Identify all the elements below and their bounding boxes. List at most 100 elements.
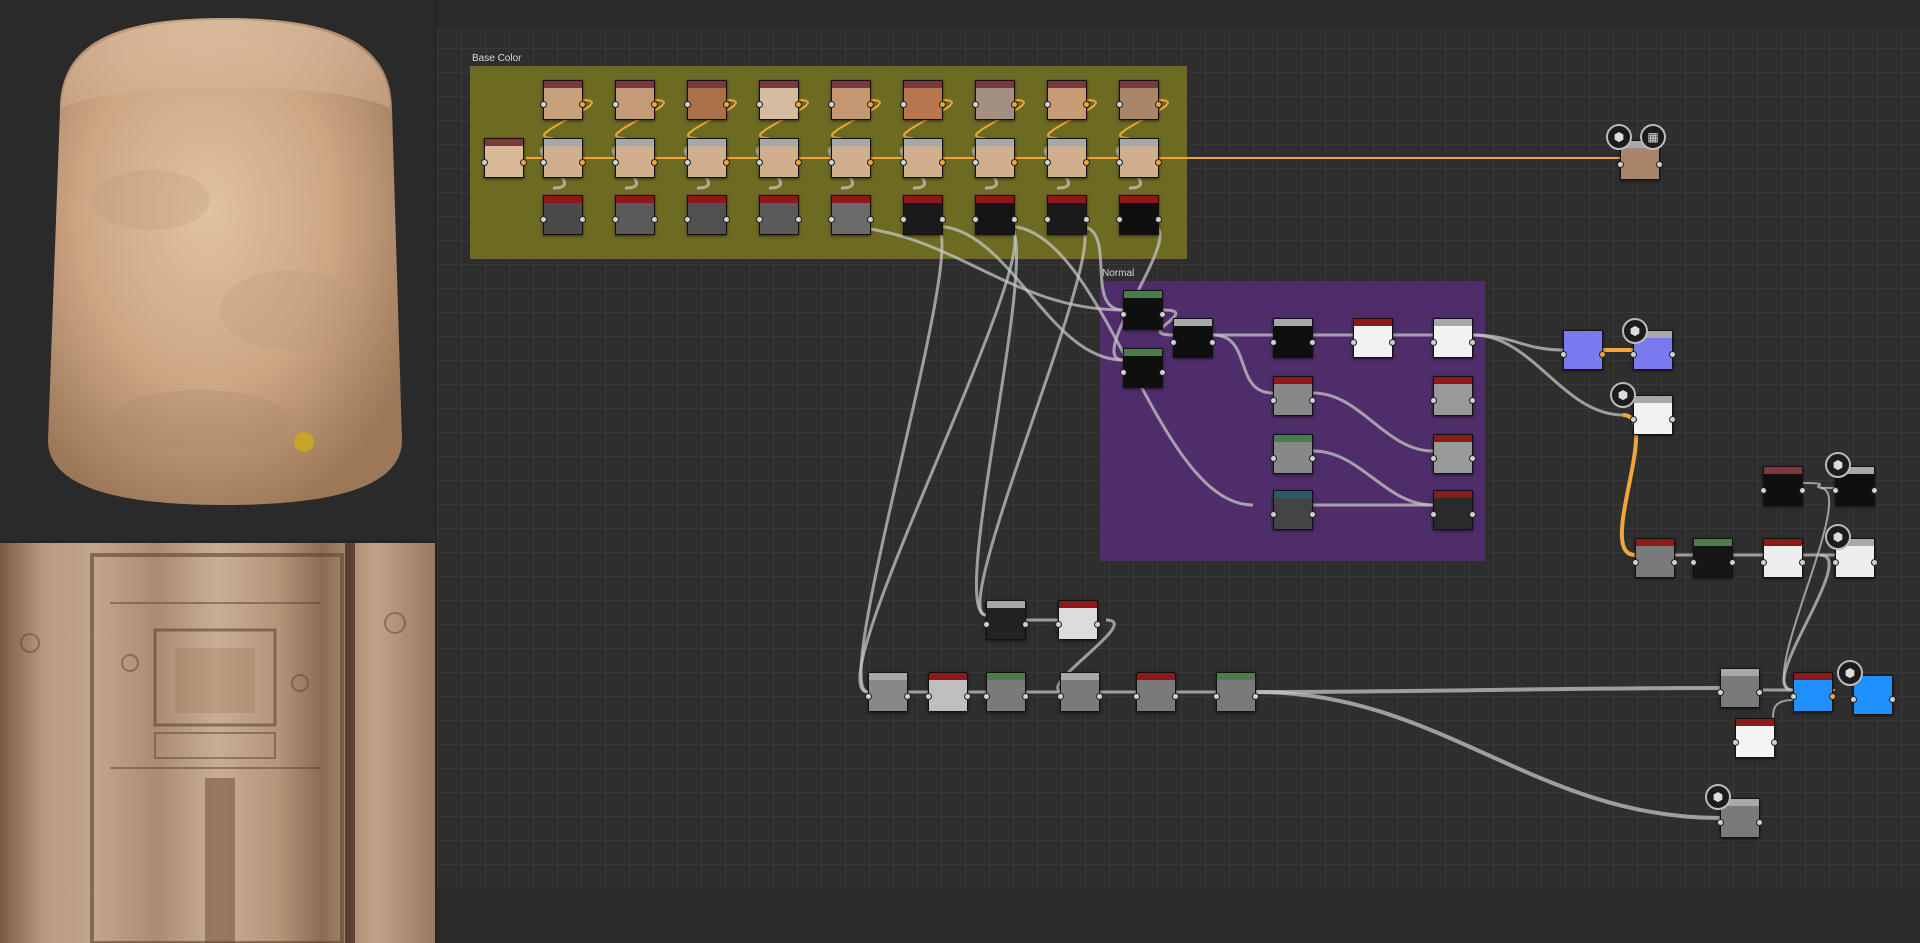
input-port[interactable] — [1760, 487, 1767, 494]
input-port[interactable] — [756, 101, 763, 108]
output-port[interactable] — [1756, 819, 1763, 826]
output-port[interactable] — [1155, 159, 1162, 166]
graph-node[interactable] — [828, 195, 874, 235]
input-port[interactable] — [925, 693, 932, 700]
input-port[interactable] — [972, 216, 979, 223]
graph-node[interactable] — [1560, 330, 1606, 370]
input-port[interactable] — [540, 216, 547, 223]
graph-node[interactable] — [1270, 490, 1316, 530]
cube-icon[interactable]: ⬢ — [1825, 524, 1851, 550]
graph-node[interactable] — [684, 195, 730, 235]
output-port[interactable] — [867, 159, 874, 166]
cube-icon[interactable]: ⬢ — [1622, 318, 1648, 344]
input-port[interactable] — [828, 216, 835, 223]
graph-node[interactable] — [828, 80, 874, 120]
output-port[interactable] — [1469, 339, 1476, 346]
output-port[interactable] — [1309, 397, 1316, 404]
input-port[interactable] — [1055, 621, 1062, 628]
input-port[interactable] — [481, 159, 488, 166]
input-port[interactable] — [972, 159, 979, 166]
graph-node[interactable] — [925, 672, 971, 712]
graph-node[interactable] — [1790, 672, 1836, 712]
graph-node[interactable] — [1044, 195, 1090, 235]
input-port[interactable] — [612, 101, 619, 108]
graph-node[interactable] — [1057, 672, 1103, 712]
output-port[interactable] — [1022, 621, 1029, 628]
output-port[interactable] — [723, 216, 730, 223]
input-port[interactable] — [1690, 559, 1697, 566]
wire[interactable] — [934, 224, 1124, 362]
output-port[interactable] — [1469, 397, 1476, 404]
output-port[interactable] — [1309, 455, 1316, 462]
output-port[interactable] — [1469, 511, 1476, 518]
output-port[interactable] — [1799, 487, 1806, 494]
input-port[interactable] — [983, 693, 990, 700]
graph-node[interactable] — [1044, 138, 1090, 178]
graph-node[interactable] — [756, 138, 802, 178]
graph-node[interactable] — [865, 672, 911, 712]
output-port[interactable] — [939, 159, 946, 166]
input-port[interactable] — [1120, 369, 1127, 376]
graph-node[interactable] — [1120, 348, 1166, 388]
graph-node[interactable] — [1430, 434, 1476, 474]
input-port[interactable] — [1270, 455, 1277, 462]
graph-node[interactable] — [828, 138, 874, 178]
output-port[interactable] — [1889, 696, 1896, 703]
wire[interactable] — [1802, 482, 1836, 489]
output-port[interactable] — [1669, 351, 1676, 358]
input-port[interactable] — [1632, 559, 1639, 566]
output-port[interactable] — [1309, 339, 1316, 346]
input-port[interactable] — [1560, 351, 1567, 358]
input-port[interactable] — [540, 101, 547, 108]
input-port[interactable] — [684, 216, 691, 223]
input-port[interactable] — [1790, 693, 1797, 700]
output-port[interactable] — [1771, 739, 1778, 746]
input-port[interactable] — [1630, 416, 1637, 423]
graph-node[interactable] — [1116, 138, 1162, 178]
input-port[interactable] — [1430, 455, 1437, 462]
graph-node[interactable] — [481, 138, 527, 178]
graph-node[interactable] — [972, 138, 1018, 178]
graph-node[interactable] — [756, 195, 802, 235]
input-port[interactable] — [972, 101, 979, 108]
graph-node[interactable] — [1430, 318, 1476, 358]
graph-node[interactable] — [1120, 290, 1166, 330]
input-port[interactable] — [1760, 559, 1767, 566]
output-port[interactable] — [795, 159, 802, 166]
output-port[interactable] — [651, 159, 658, 166]
graph-node[interactable] — [540, 80, 586, 120]
graph-node[interactable] — [1430, 490, 1476, 530]
input-port[interactable] — [1044, 159, 1051, 166]
graph-node[interactable] — [900, 195, 946, 235]
output-port[interactable] — [1159, 311, 1166, 318]
input-port[interactable] — [1717, 689, 1724, 696]
graph-node[interactable] — [540, 138, 586, 178]
output-port[interactable] — [795, 101, 802, 108]
output-port[interactable] — [1309, 511, 1316, 518]
graph-node[interactable] — [1430, 376, 1476, 416]
output-port[interactable] — [939, 216, 946, 223]
graph-node[interactable] — [983, 600, 1029, 640]
output-port[interactable] — [964, 693, 971, 700]
input-port[interactable] — [900, 101, 907, 108]
input-port[interactable] — [684, 159, 691, 166]
input-port[interactable] — [1133, 693, 1140, 700]
graph-node[interactable] — [972, 80, 1018, 120]
wire[interactable] — [1255, 686, 1721, 694]
output-port[interactable] — [651, 101, 658, 108]
graph-node[interactable] — [612, 80, 658, 120]
cube-icon[interactable]: ⬢ — [1606, 124, 1632, 150]
input-port[interactable] — [1430, 511, 1437, 518]
graph-node[interactable] — [1350, 318, 1396, 358]
output-port[interactable] — [1096, 693, 1103, 700]
output-port[interactable] — [1389, 339, 1396, 346]
input-port[interactable] — [1170, 339, 1177, 346]
graph-node[interactable] — [1760, 538, 1806, 578]
output-port[interactable] — [1022, 693, 1029, 700]
input-port[interactable] — [1044, 101, 1051, 108]
output-port[interactable] — [867, 216, 874, 223]
output-port[interactable] — [579, 216, 586, 223]
graph-node[interactable] — [612, 195, 658, 235]
graph-node[interactable] — [1732, 718, 1778, 758]
graph-node[interactable] — [1270, 318, 1316, 358]
